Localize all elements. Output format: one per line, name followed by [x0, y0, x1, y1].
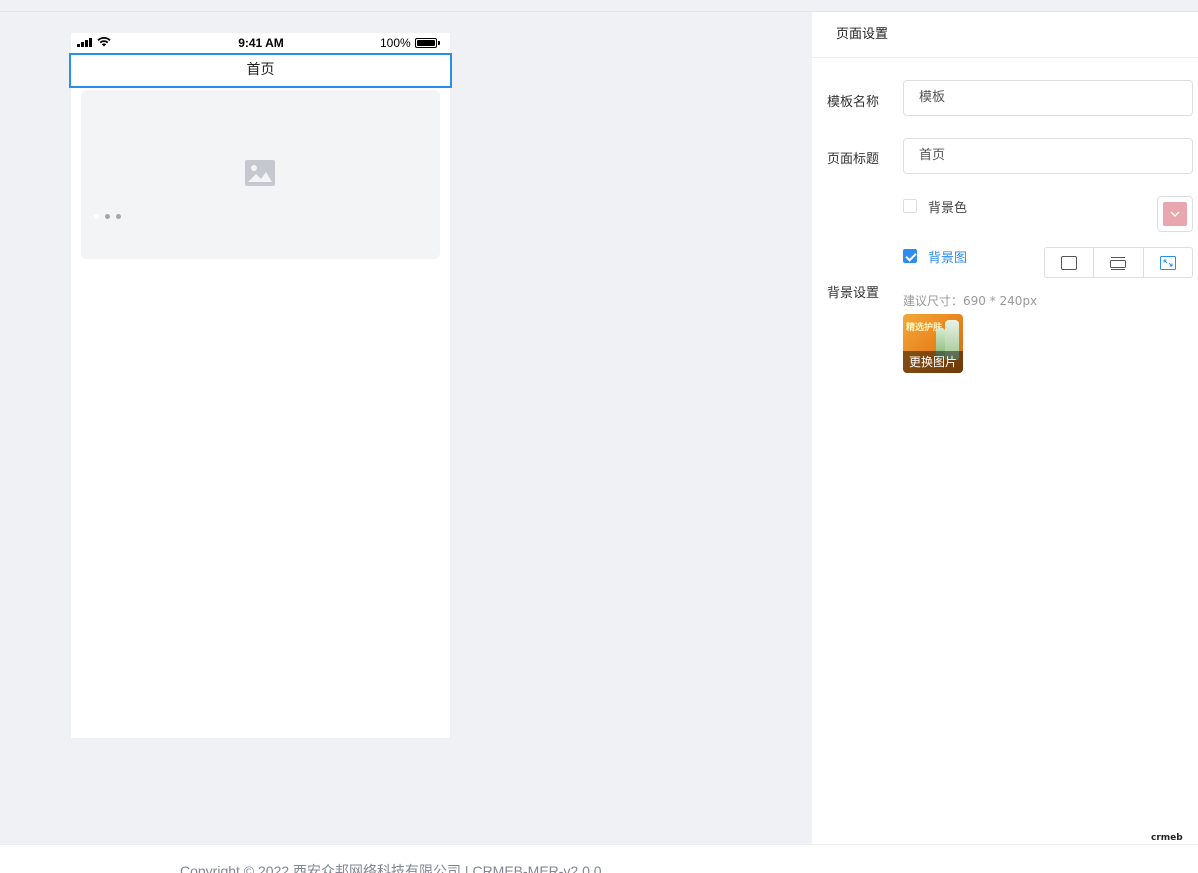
- bg-image-label[interactable]: 背景图: [928, 247, 967, 266]
- size-hint: 建议尺寸：690 * 240px: [903, 294, 1038, 308]
- change-image-button[interactable]: 更换图片: [903, 351, 963, 373]
- fill-mode-cover[interactable]: [1144, 248, 1192, 277]
- battery-icon: [415, 38, 437, 48]
- page-title-label: 页面标题: [827, 152, 880, 167]
- footer: Copyright © 2022 西安众邦网络科技有限公司 | CRMEB-ME…: [0, 844, 1198, 873]
- banner-placeholder[interactable]: [81, 90, 440, 259]
- banner-dot: [94, 214, 99, 219]
- phone-preview: 9:41 AM 100% 首页: [69, 33, 452, 738]
- cover-icon: [1159, 255, 1176, 270]
- status-bar: 9:41 AM 100%: [71, 33, 450, 53]
- repeat-icon: [1110, 256, 1127, 270]
- bg-color-picker[interactable]: [1157, 196, 1193, 232]
- wifi-icon: [97, 36, 111, 47]
- copyright-text: Copyright © 2022 西安众邦网络科技有限公司 | CRMEB-ME…: [180, 863, 602, 873]
- bg-color-label[interactable]: 背景色: [928, 197, 967, 216]
- image-placeholder-icon: [245, 160, 275, 186]
- banner-dot: [105, 214, 110, 219]
- bg-color-checkbox[interactable]: [903, 199, 917, 213]
- fill-mode-group: [1044, 247, 1193, 278]
- banner-dot: [116, 214, 121, 219]
- battery-percent: 100%: [380, 36, 411, 50]
- battery-tip: [438, 41, 440, 45]
- top-bar: [0, 0, 1198, 12]
- settings-panel: 页面设置 模板名称 模板 页面标题 首页 背景色 背景图 背景设置 建议尺寸：6…: [812, 12, 1198, 844]
- template-name-label: 模板名称: [827, 95, 880, 110]
- template-name-input[interactable]: 模板: [903, 80, 1193, 116]
- signal-icon: [77, 38, 92, 47]
- bg-image-thumbnail[interactable]: 精选护肤 更换图片: [903, 314, 963, 373]
- page-title-input[interactable]: 首页: [903, 138, 1193, 174]
- contain-icon: [1061, 255, 1078, 270]
- bg-image-checkbox[interactable]: [903, 249, 917, 263]
- status-time: 9:41 AM: [238, 36, 284, 50]
- fill-mode-repeat[interactable]: [1094, 248, 1144, 277]
- brand-logo: crmeb: [1151, 833, 1183, 843]
- chevron-down-icon: [1170, 211, 1180, 217]
- page-title-bar[interactable]: 首页: [69, 53, 452, 88]
- background-settings-label: 背景设置: [827, 286, 880, 301]
- color-swatch: [1163, 202, 1187, 226]
- panel-title: 页面设置: [812, 12, 1198, 58]
- banner-dots: [94, 214, 121, 219]
- fill-mode-contain[interactable]: [1045, 248, 1095, 277]
